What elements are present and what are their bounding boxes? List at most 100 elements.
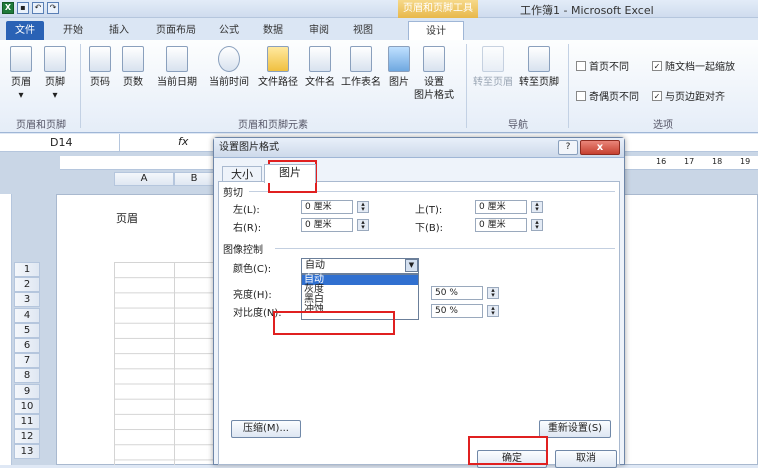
window-title: 工作簿1 - Microsoft Excel [520,4,654,17]
tab-picture[interactable]: 图片 [264,164,316,183]
picture-icon [388,46,410,72]
group-label-elements: 页眉和页脚元素 [238,120,308,131]
page-count-button[interactable]: 页数 [118,46,148,89]
redo-icon[interactable]: ↷ [47,2,59,14]
page-number-button[interactable]: 页码 [86,46,114,89]
column-header-a[interactable]: A [114,172,174,186]
save-icon[interactable]: ▪ [17,2,29,14]
row-header[interactable]: 12 [14,429,40,445]
go-to-footer-button[interactable]: 转至页脚 [516,46,562,89]
cancel-button[interactable]: 取消 [555,450,617,468]
row-header[interactable]: 3 [14,292,40,308]
different-odd-even-checkbox[interactable]: 奇偶页不同 [576,88,639,103]
page-count-icon [122,46,144,72]
group-label-options: 选项 [653,120,673,131]
row-header[interactable]: 7 [14,353,40,369]
current-date-button[interactable]: 当前日期 [152,46,202,89]
checkbox-icon [576,90,586,101]
file-path-button[interactable]: 文件路径 [254,46,302,89]
go-to-footer-icon [528,46,550,72]
crop-bottom-field[interactable]: 0 厘米 [475,218,527,232]
scale-with-document-checkbox[interactable]: ✓ 随文档一起缩放 [652,58,735,73]
group-label-header-footer: 页眉和页脚 [16,120,66,131]
column-header-b[interactable]: B [174,172,214,186]
context-tab-header: 页眉和页脚工具 [398,0,478,18]
spinner-icon[interactable]: ▴ ▾ [357,201,369,213]
crop-top-field[interactable]: 0 厘米 [475,200,527,214]
format-picture-icon [423,46,445,72]
crop-right-field[interactable]: 0 厘米 [301,218,353,232]
excel-logo-icon: X [2,2,14,14]
row-header[interactable]: 6 [14,338,40,353]
align-with-margins-checkbox[interactable]: ✓ 与页边距对齐 [652,88,725,103]
image-control-section-label: 图像控制 [223,245,263,256]
row-header[interactable]: 5 [14,322,40,338]
file-name-icon [309,46,331,72]
row-header[interactable]: 10 [14,398,40,414]
row-header[interactable]: 9 [14,383,40,399]
crop-left-label: 左(L): [233,205,260,216]
spinner-icon[interactable]: ▴ ▾ [531,219,543,231]
file-name-button[interactable]: 文件名 [302,46,338,89]
tab-view[interactable]: 视图 [348,21,378,40]
sheet-name-icon [350,46,372,72]
group-label-navigation: 导航 [508,120,528,131]
row-header[interactable]: 13 [14,444,40,460]
format-picture-button[interactable]: 设置 图片格式 [414,46,454,102]
color-label: 颜色(C): [233,264,272,275]
contrast-field[interactable]: 50 % [431,304,483,318]
folder-icon [267,46,289,72]
spinner-icon[interactable]: ▴ ▾ [487,287,499,299]
divider [466,44,467,128]
page-number-icon [89,46,111,72]
brightness-field[interactable]: 50 % [431,286,483,300]
row-header[interactable]: 1 [14,262,40,277]
tab-review[interactable]: 审阅 [304,21,334,40]
color-select[interactable]: 自动 [301,258,419,274]
spinner-icon[interactable]: ▴ ▾ [531,201,543,213]
checkbox-checked-icon: ✓ [652,90,662,101]
chevron-down-icon[interactable]: ▼ [405,259,418,272]
compress-button[interactable]: 压缩(M)... [231,420,301,438]
row-header[interactable]: 11 [14,414,40,429]
tab-file[interactable]: 文件 [6,21,44,40]
tab-formulas[interactable]: 公式 [214,21,244,40]
footer-button[interactable]: 页脚 ▾ [40,46,70,102]
header-icon [10,46,32,72]
ribbon-tabs: 文件 开始 插入 页面布局 公式 数据 审阅 视图 设计 [0,18,758,40]
row-header[interactable]: 4 [14,307,40,323]
tab-page-layout[interactable]: 页面布局 [148,21,204,40]
sheet-name-button[interactable]: 工作表名 [338,46,384,89]
spinner-icon[interactable]: ▴ ▾ [487,305,499,317]
close-button[interactable]: x [580,140,620,155]
brightness-label: 亮度(H): [233,290,272,301]
row-header[interactable]: 2 [14,277,40,293]
divider [275,248,615,249]
undo-icon[interactable]: ↶ [32,2,44,14]
help-button[interactable]: ? [558,140,578,155]
tab-design[interactable]: 设计 [408,21,464,40]
divider [568,44,569,128]
name-box[interactable]: D14 [0,134,120,152]
crop-bottom-label: 下(B): [415,223,444,234]
reset-button[interactable]: 重新设置(S) [539,420,611,438]
footer-icon [44,46,66,72]
quick-access-toolbar: X ▪ ↶ ↷ [2,2,59,14]
spinner-icon[interactable]: ▴ ▾ [357,219,369,231]
crop-top-label: 上(T): [415,205,443,216]
picture-button[interactable]: 图片 [386,46,412,89]
different-first-page-checkbox[interactable]: 首页不同 [576,58,629,73]
function-icon[interactable]: fx [178,135,188,148]
go-to-header-button[interactable]: 转至页眉 [472,46,514,89]
row-header[interactable]: 8 [14,368,40,384]
vertical-ruler [0,194,12,465]
current-time-button[interactable]: 当前时间 [204,46,254,89]
tab-home[interactable]: 开始 [58,21,88,40]
crop-left-field[interactable]: 0 厘米 [301,200,353,214]
tab-data[interactable]: 数据 [258,21,288,40]
tab-insert[interactable]: 插入 [104,21,134,40]
checkbox-checked-icon: ✓ [652,60,662,71]
header-button[interactable]: 页眉 ▾ [6,46,36,102]
highlight-ok-button [468,436,548,465]
header-label[interactable]: 页眉 [116,210,138,226]
